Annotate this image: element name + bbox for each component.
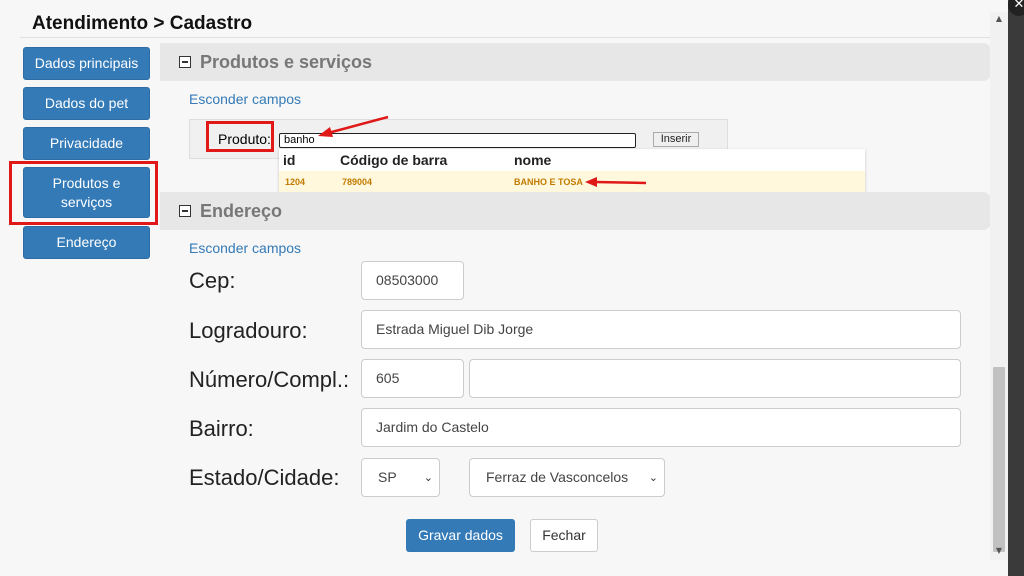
arrow-to-autocomplete-row <box>585 177 647 187</box>
close-icon[interactable]: ✕ <box>1008 0 1024 16</box>
annotation-arrows <box>318 115 647 187</box>
cadastro-dialog: Atendimento > Cadastro Dados principais … <box>0 0 1008 576</box>
arrow-to-product-input <box>318 115 389 137</box>
